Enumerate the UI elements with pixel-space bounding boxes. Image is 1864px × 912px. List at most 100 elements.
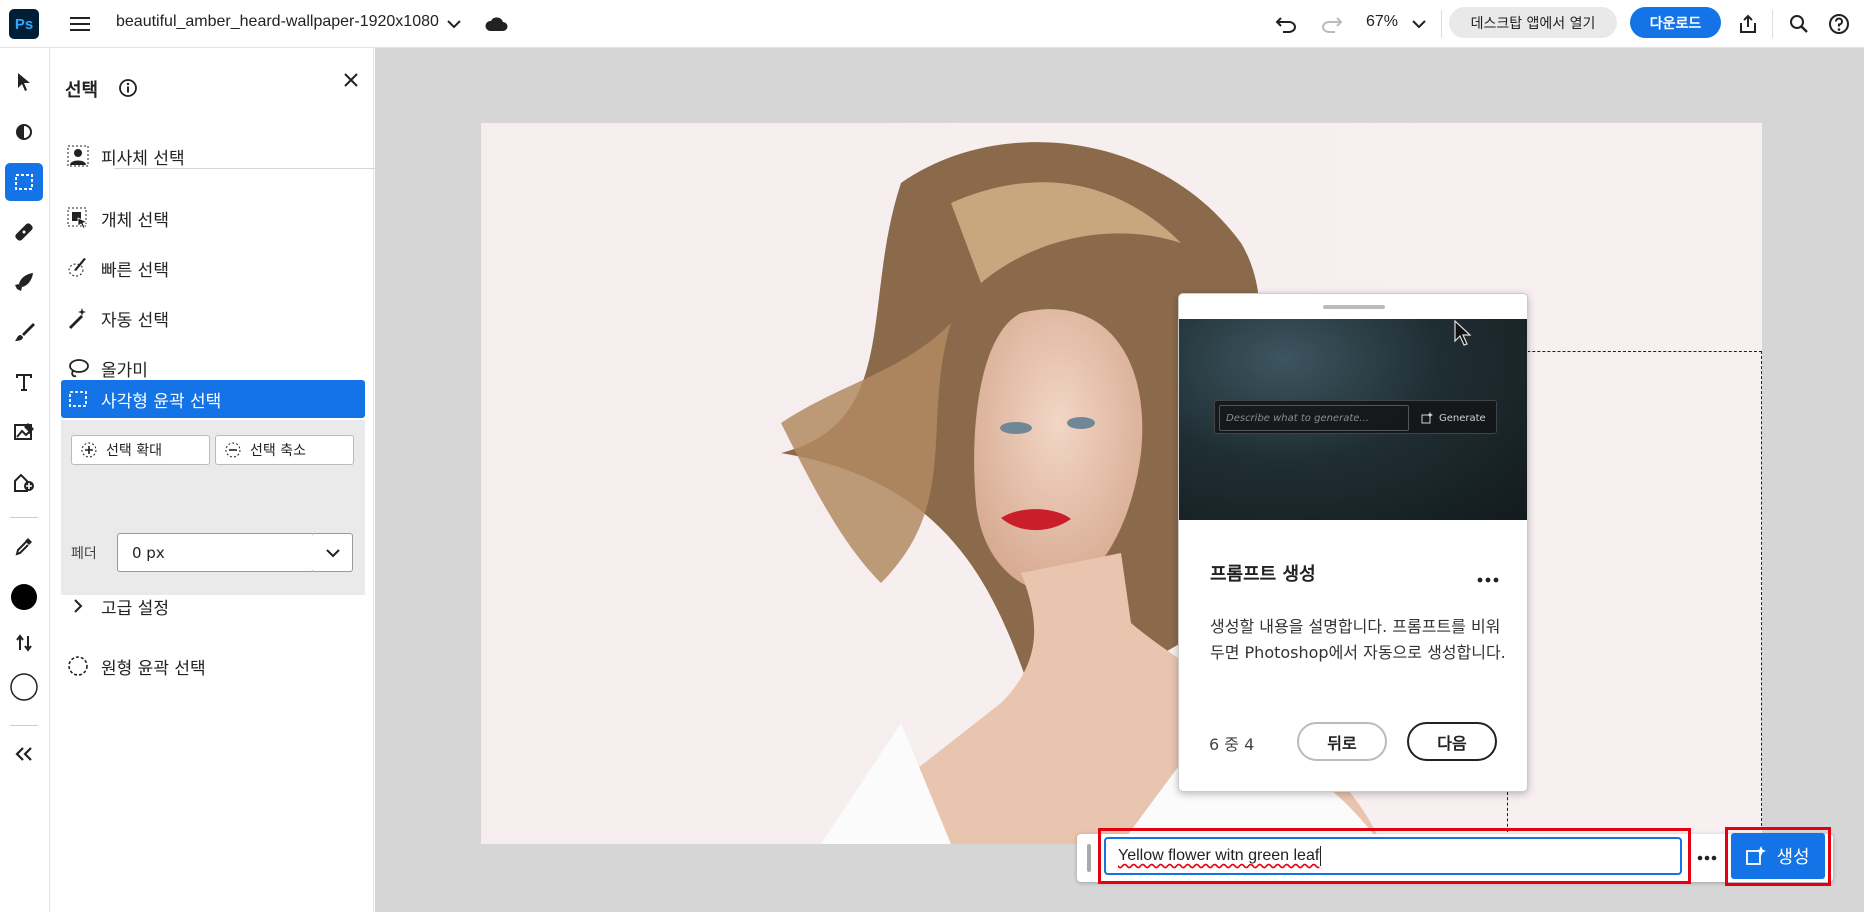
text-caret bbox=[1320, 846, 1322, 866]
object-select-icon bbox=[61, 207, 95, 229]
next-button[interactable]: 다음 bbox=[1407, 722, 1497, 761]
contextual-bar-grip[interactable] bbox=[1087, 844, 1091, 872]
rocket-tool-icon[interactable] bbox=[5, 263, 43, 301]
image-edit-tool-icon[interactable] bbox=[5, 413, 43, 451]
contract-selection-button[interactable]: 선택 축소 bbox=[215, 435, 354, 465]
subject-select-icon bbox=[61, 145, 95, 167]
expand-selection-label: 선택 확대 bbox=[106, 443, 162, 459]
feather-dropdown-chevron-icon[interactable] bbox=[313, 533, 353, 572]
eyedropper-tool-icon[interactable] bbox=[5, 527, 43, 565]
panel-divider bbox=[114, 168, 405, 169]
collapse-double-chevron-icon[interactable] bbox=[5, 735, 43, 773]
tutorial-image: Describe what to generate... Generate bbox=[1179, 319, 1527, 520]
popover-title: 프롬프트 생성 bbox=[1210, 564, 1316, 585]
share-icon[interactable] bbox=[1734, 10, 1762, 38]
document-image[interactable] bbox=[481, 123, 1762, 844]
search-icon[interactable] bbox=[1785, 10, 1813, 38]
panel-item-rect-marquee[interactable]: 사각형 윤곽 선택 bbox=[61, 380, 365, 418]
generate-icon bbox=[1421, 412, 1433, 424]
contract-selection-label: 선택 축소 bbox=[250, 443, 306, 459]
quick-select-icon bbox=[61, 257, 95, 279]
add-image-tool-icon[interactable] bbox=[5, 463, 43, 501]
document-title[interactable]: beautiful_amber_heard-wallpaper-1920x108… bbox=[116, 13, 439, 31]
background-color-swatch[interactable] bbox=[5, 668, 43, 706]
generate-button-label: 생성 bbox=[1776, 847, 1810, 868]
text-tool-icon[interactable] bbox=[5, 363, 43, 401]
zoom-level[interactable]: 67% bbox=[1366, 13, 1398, 31]
panel-item-label: 사각형 윤곽 선택 bbox=[101, 391, 222, 412]
lasso-icon bbox=[61, 357, 95, 379]
foreground-color-swatch[interactable] bbox=[5, 578, 43, 616]
more-options-icon[interactable] bbox=[1477, 568, 1499, 587]
tool-bar bbox=[0, 48, 50, 912]
prompt-more-options-icon[interactable] bbox=[1692, 848, 1722, 868]
feather-label: 페더 bbox=[71, 546, 97, 562]
hamburger-menu-icon[interactable] bbox=[66, 10, 94, 38]
selection-marquee-left bbox=[1507, 792, 1508, 832]
adjustment-tool-icon[interactable] bbox=[5, 113, 43, 151]
advanced-settings-toggle[interactable]: 고급 설정 bbox=[61, 587, 365, 625]
panel-title: 선택 bbox=[65, 80, 99, 101]
toolbar-separator bbox=[10, 725, 38, 726]
selection-marquee-top bbox=[1497, 351, 1762, 352]
close-icon[interactable] bbox=[339, 68, 363, 92]
panel-item-label: 올가미 bbox=[101, 360, 148, 381]
zoom-chevron-down-icon[interactable] bbox=[1405, 10, 1433, 38]
feather-input[interactable]: 0 px bbox=[117, 533, 314, 572]
tutorial-image-generate: Generate bbox=[1415, 405, 1493, 431]
advanced-settings-label: 고급 설정 bbox=[101, 598, 169, 619]
toolbar-divider bbox=[1441, 10, 1442, 38]
tutorial-image-prompt-bar: Describe what to generate... Generate bbox=[1214, 400, 1497, 434]
download-button[interactable]: 다운로드 bbox=[1630, 7, 1721, 38]
back-button[interactable]: 뒤로 bbox=[1297, 722, 1387, 761]
portrait-photo bbox=[481, 123, 1762, 844]
generate-icon bbox=[1746, 846, 1767, 865]
panel-item-label: 원형 윤곽 선택 bbox=[101, 658, 206, 679]
photoshop-logo[interactable]: Ps bbox=[9, 9, 39, 39]
tutorial-popover: Describe what to generate... Generate 프롬… bbox=[1178, 293, 1528, 792]
rect-marquee-icon bbox=[61, 389, 95, 409]
move-tool-icon[interactable] bbox=[5, 63, 43, 101]
toolbar-divider bbox=[1772, 10, 1773, 38]
contextual-task-bar: Yellow flower witn green leaf 취소 bbox=[1077, 828, 1833, 884]
chevron-right-icon bbox=[61, 599, 95, 613]
panel-item-subject-select[interactable]: 피사체 선택 bbox=[61, 137, 365, 175]
panel-item-label: 빠른 선택 bbox=[101, 260, 169, 281]
drag-handle[interactable] bbox=[1323, 305, 1385, 309]
generate-prompt-input[interactable]: Yellow flower witn green leaf bbox=[1104, 837, 1682, 875]
panel-item-label: 자동 선택 bbox=[101, 310, 169, 331]
expand-selection-button[interactable]: 선택 확대 bbox=[71, 435, 210, 465]
swap-colors-icon[interactable] bbox=[5, 624, 43, 662]
panel-item-object-select[interactable]: 개체 선택 bbox=[61, 199, 365, 237]
panel-item-magic-wand[interactable]: 자동 선택 bbox=[61, 299, 365, 337]
top-bar: Ps beautiful_amber_heard-wallpaper-1920x… bbox=[0, 0, 1864, 48]
healing-brush-icon[interactable] bbox=[5, 213, 43, 251]
chevron-down-icon[interactable] bbox=[440, 10, 468, 38]
panel-item-label: 개체 선택 bbox=[101, 210, 169, 231]
magic-wand-icon bbox=[61, 307, 95, 329]
redo-icon[interactable] bbox=[1318, 10, 1346, 38]
ellipse-marquee-icon bbox=[61, 655, 95, 677]
info-icon[interactable] bbox=[118, 78, 138, 102]
generate-button[interactable]: 생성 bbox=[1731, 833, 1825, 879]
tutorial-image-generate-label: Generate bbox=[1439, 412, 1486, 424]
step-indicator: 6 중 4 bbox=[1209, 735, 1255, 754]
toolbar-separator bbox=[10, 517, 38, 518]
contract-icon bbox=[225, 442, 241, 458]
open-in-desktop-button[interactable]: 데스크탑 앱에서 열기 bbox=[1449, 7, 1617, 38]
expand-icon bbox=[81, 442, 97, 458]
tutorial-image-prompt-field: Describe what to generate... bbox=[1219, 405, 1409, 431]
cursor-icon bbox=[1454, 319, 1472, 346]
popover-description: 생성할 내용을 설명합니다. 프롬프트를 비워 두면 Photoshop에서 자… bbox=[1210, 617, 1506, 662]
panel-item-label: 피사체 선택 bbox=[101, 148, 185, 169]
rect-marquee-tool-icon[interactable] bbox=[5, 163, 43, 201]
brush-tool-icon[interactable] bbox=[5, 313, 43, 351]
prompt-text: Yellow flower witn green leaf bbox=[1118, 847, 1320, 864]
selection-panel: 선택 피사체 선택 개체 선택 빠른 선택 자동 선택 올가미 사각형 윤곽 선… bbox=[51, 48, 405, 912]
panel-item-quick-select[interactable]: 빠른 선택 bbox=[61, 249, 365, 287]
help-icon[interactable] bbox=[1825, 10, 1853, 38]
selection-marquee-right bbox=[1761, 351, 1762, 826]
undo-icon[interactable] bbox=[1272, 10, 1300, 38]
panel-item-ellipse-marquee[interactable]: 원형 윤곽 선택 bbox=[61, 647, 365, 685]
cloud-icon[interactable] bbox=[482, 10, 510, 38]
